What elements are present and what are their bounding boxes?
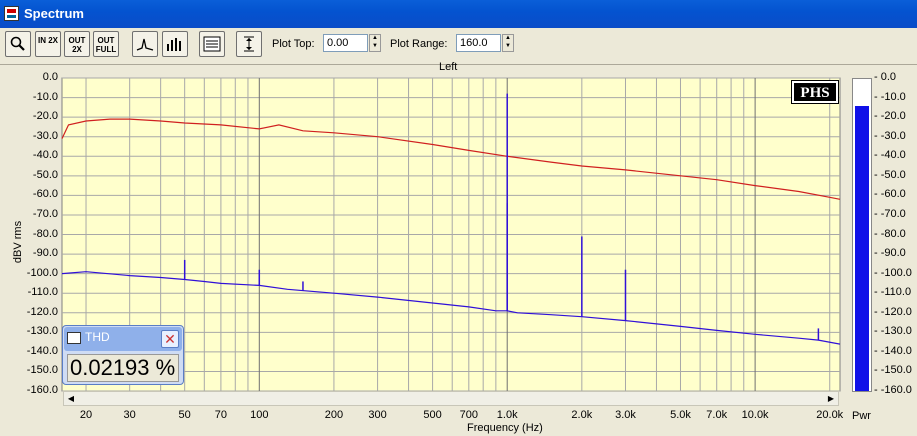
power-meter-fill (855, 106, 869, 391)
x-tick-label: 5.0k (670, 409, 691, 421)
meter-tick-label: - -20.0 (874, 110, 906, 123)
x-tick-label: 7.0k (706, 409, 728, 421)
x-tick-label: 3.0k (615, 409, 636, 421)
power-meter (852, 78, 872, 392)
thd-value: 0.02193 % (67, 354, 179, 382)
phs-logo: PHS (791, 80, 839, 104)
y-tick-label: -50.0 (32, 168, 58, 181)
meter-tick-label: - -90.0 (874, 247, 906, 260)
y-tick-label: -40.0 (32, 149, 58, 162)
x-tick-label: 70 (214, 409, 228, 421)
y-tick-label: -130.0 (26, 325, 58, 338)
close-icon[interactable]: ✕ (161, 330, 179, 348)
meter-tick-label: - -150.0 (874, 364, 912, 377)
thd-title: THD (85, 330, 110, 344)
y-tick-label: -70.0 (32, 207, 58, 220)
meter-tick-label: - -140.0 (874, 344, 912, 357)
meter-tick-label: - -30.0 (874, 129, 906, 142)
horizontal-scrollbar[interactable]: ◀ ▶ (63, 391, 839, 406)
y-tick-label: -110.0 (27, 286, 58, 299)
x-tick-label: 30 (123, 409, 136, 421)
x-tick-label: 20.0k (816, 409, 844, 421)
y-tick-label: 0.0 (42, 71, 58, 83)
y-tick-label: -140.0 (26, 344, 58, 357)
waveform-icon (67, 331, 81, 344)
meter-tick-label: - -160.0 (874, 384, 912, 396)
x-tick-label: 20 (79, 409, 93, 421)
x-tick-label: 10.0k (741, 409, 769, 421)
meter-tick-label: - -40.0 (874, 149, 906, 162)
meter-tick-label: - -100.0 (874, 266, 912, 279)
y-tick-label: -80.0 (32, 227, 58, 240)
meter-tick-label: - 0.0 (874, 71, 897, 83)
meter-tick-label: - -120.0 (874, 305, 912, 318)
scroll-left-icon[interactable]: ◀ (64, 392, 78, 405)
meter-tick-label: - -110.0 (874, 286, 912, 299)
y-tick-label: -160.0 (26, 384, 58, 396)
x-tick-label: 700 (459, 409, 478, 421)
meter-label: Pwr (852, 410, 871, 422)
y-tick-label: -120.0 (26, 305, 58, 318)
scroll-right-icon[interactable]: ▶ (824, 392, 838, 405)
thd-window[interactable]: THD ✕ 0.02193 % (62, 325, 184, 385)
y-tick-label: -30.0 (32, 129, 58, 142)
y-tick-label: -10.0 (32, 90, 58, 103)
y-tick-label: -20.0 (32, 110, 58, 123)
x-tick-label: 1.0k (496, 409, 518, 421)
meter-tick-label: - -10.0 (874, 90, 906, 103)
meter-tick-label: - -130.0 (874, 325, 912, 338)
x-tick-label: 50 (178, 409, 191, 421)
x-tick-label: 200 (324, 409, 344, 421)
thd-header: THD (67, 330, 110, 344)
x-tick-label: 100 (250, 409, 269, 421)
x-tick-label: 300 (368, 409, 387, 421)
x-tick-label: 500 (423, 409, 442, 421)
meter-tick-label: - -80.0 (874, 227, 906, 240)
y-tick-label: -150.0 (26, 364, 58, 377)
y-tick-label: -90.0 (32, 247, 58, 260)
meter-tick-label: - -60.0 (874, 188, 906, 201)
meter-tick-label: - -50.0 (874, 168, 906, 181)
meter-tick-label: - -70.0 (874, 207, 906, 220)
y-tick-label: -100.0 (26, 266, 58, 279)
y-tick-label: -60.0 (32, 188, 58, 201)
x-tick-label: 2.0k (571, 409, 593, 421)
